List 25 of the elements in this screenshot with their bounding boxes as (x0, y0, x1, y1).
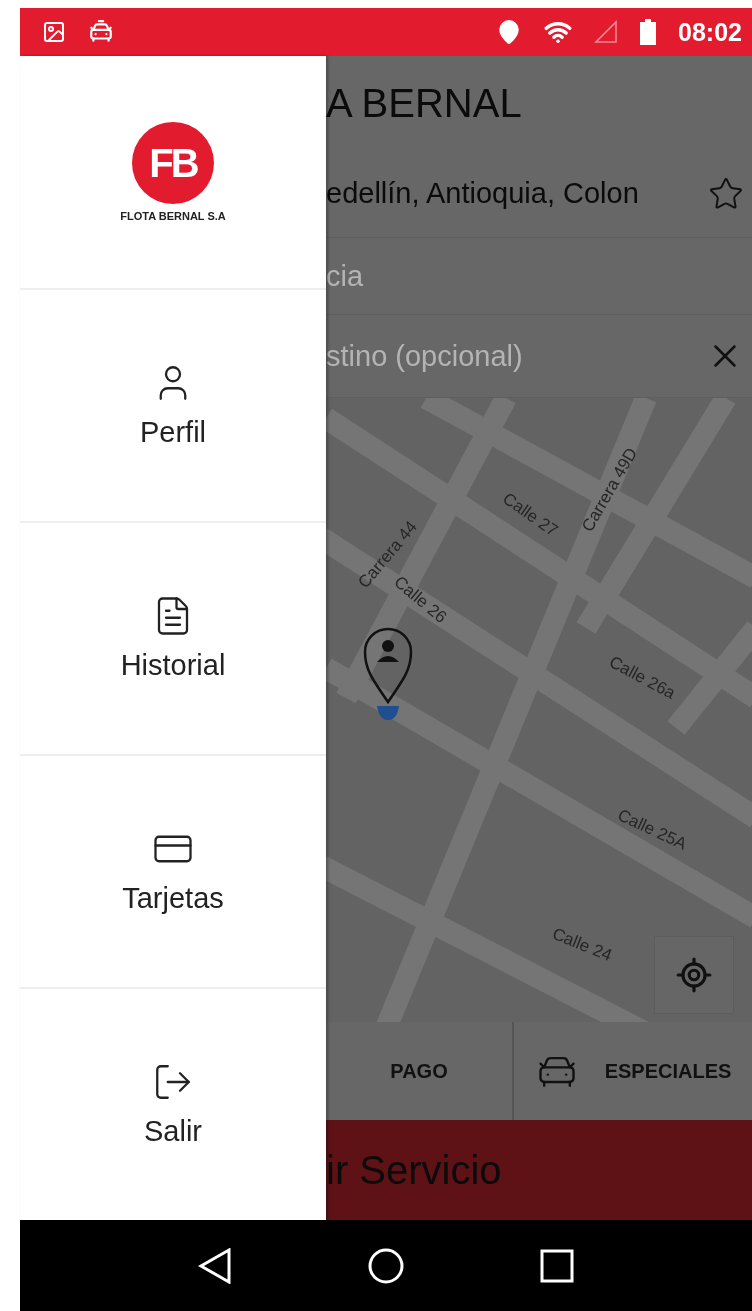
locate-icon (675, 956, 713, 994)
image-icon (42, 20, 66, 44)
recents-button[interactable] (540, 1248, 575, 1283)
locate-button[interactable] (654, 936, 734, 1014)
recents-icon (540, 1248, 575, 1283)
street-label: Calle 24 (549, 924, 615, 966)
logo-name: FLOTA BERNAL S.A (120, 210, 226, 222)
clock-time: 08:02 (678, 17, 742, 47)
home-icon (367, 1246, 405, 1285)
signal-icon (594, 20, 619, 44)
street-label: Calle 25A (614, 805, 690, 855)
back-icon (197, 1247, 232, 1284)
battery-icon (640, 19, 657, 45)
logo-mark: FB (132, 122, 214, 204)
taxi-icon (88, 19, 114, 45)
destination-field[interactable]: stino (opcional) (326, 339, 706, 373)
home-button[interactable] (367, 1246, 405, 1285)
app-title: A BERNAL (326, 80, 522, 126)
origin-field[interactable]: cia (326, 259, 744, 293)
street-label: Calle 26a (605, 652, 679, 704)
back-button[interactable] (197, 1247, 232, 1284)
address-text: edellín, Antioquia, Colon (326, 177, 640, 210)
drawer-item[interactable]: Salir (20, 989, 326, 1220)
street-label: Calle 27 (498, 488, 562, 542)
star-icon[interactable] (708, 175, 744, 212)
